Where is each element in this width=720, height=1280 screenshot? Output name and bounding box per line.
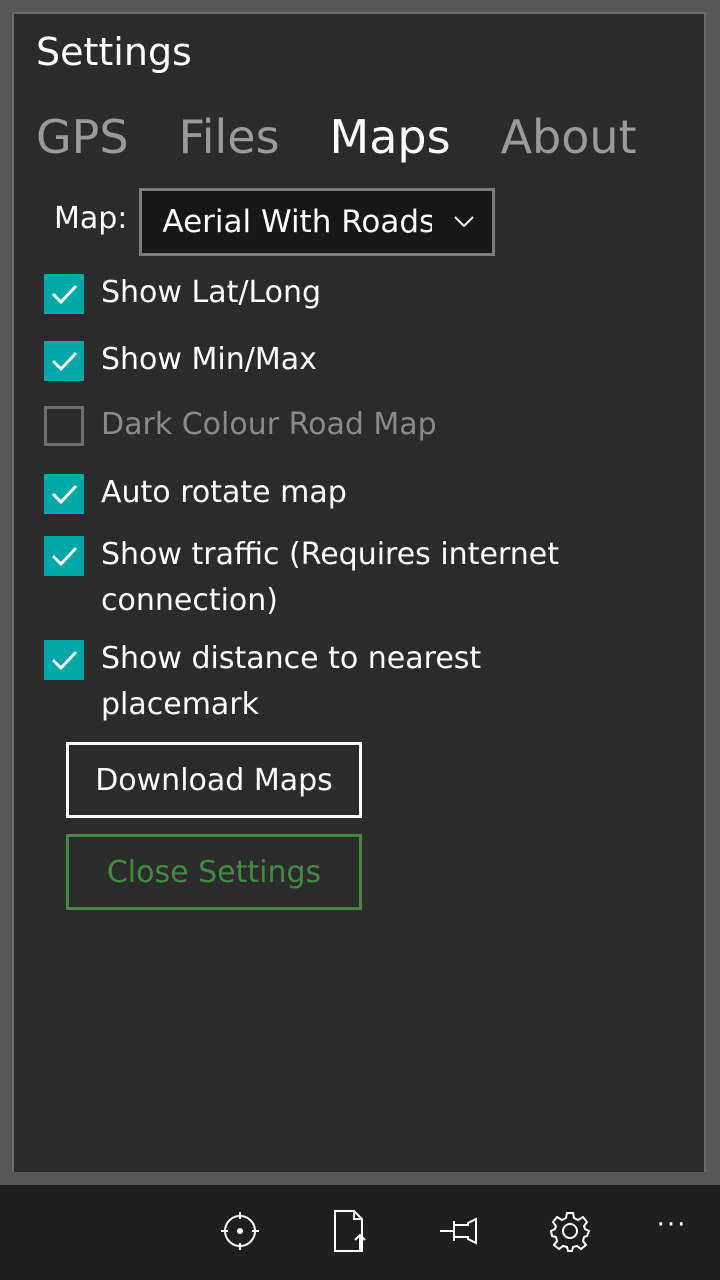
- settings-frame: Settings GPS Files Maps About Map: Aeria…: [0, 0, 720, 1185]
- chevron-down-icon: [454, 216, 475, 228]
- option-show-traffic[interactable]: Show traffic (Requires internet connecti…: [44, 536, 571, 628]
- settings-button[interactable]: [548, 1209, 592, 1253]
- checkmark-icon: [51, 484, 78, 505]
- pin-button[interactable]: [438, 1209, 482, 1253]
- app-bar: ···: [0, 1185, 720, 1280]
- map-type-value: Aerial With Roads: [162, 204, 433, 240]
- checkbox-checked[interactable]: [44, 474, 84, 514]
- option-label: Show Min/Max: [101, 342, 317, 377]
- more-icon: ···: [656, 1210, 688, 1240]
- more-button[interactable]: ···: [650, 1209, 694, 1253]
- checkmark-icon: [51, 351, 78, 372]
- option-label: Show distance to nearest placemark: [101, 641, 482, 722]
- option-show-distance-placemark[interactable]: Show distance to nearest placemark: [44, 640, 571, 732]
- option-show-lat-long[interactable]: Show Lat/Long: [44, 274, 571, 320]
- option-show-min-max[interactable]: Show Min/Max: [44, 341, 571, 387]
- download-maps-button[interactable]: Download Maps: [66, 742, 362, 818]
- option-label: Show Lat/Long: [101, 275, 322, 310]
- checkmark-icon: [51, 546, 78, 567]
- locate-button[interactable]: [218, 1209, 262, 1253]
- checkbox-checked[interactable]: [44, 536, 84, 576]
- option-label: Dark Colour Road Map: [101, 407, 437, 442]
- checkbox-checked[interactable]: [44, 341, 84, 381]
- settings-tabs: GPS Files Maps About: [36, 106, 687, 176]
- locate-icon: [221, 1212, 259, 1250]
- settings-gear-icon: [549, 1212, 591, 1252]
- tab-about[interactable]: About: [501, 106, 637, 176]
- upload-file-button[interactable]: [328, 1209, 372, 1253]
- settings-panel: Settings GPS Files Maps About Map: Aeria…: [12, 12, 706, 1172]
- checkbox-checked[interactable]: [44, 274, 84, 314]
- option-auto-rotate-map[interactable]: Auto rotate map: [44, 474, 571, 520]
- option-dark-colour-road-map: Dark Colour Road Map: [44, 406, 571, 452]
- option-label: Auto rotate map: [101, 475, 347, 510]
- checkbox-disabled-unchecked: [44, 406, 84, 446]
- map-type-dropdown[interactable]: Aerial With Roads: [139, 188, 496, 256]
- tab-maps[interactable]: Maps: [330, 106, 451, 176]
- option-label: Show traffic (Requires internet connecti…: [101, 537, 559, 618]
- upload-file-icon: [334, 1210, 366, 1252]
- page-title: Settings: [36, 30, 192, 74]
- close-settings-button[interactable]: Close Settings: [66, 834, 362, 910]
- tab-gps[interactable]: GPS: [36, 106, 129, 176]
- checkmark-icon: [51, 650, 78, 671]
- map-label: Map:: [54, 200, 128, 236]
- map-type-row: Map: Aerial With Roads: [54, 188, 496, 256]
- tab-files[interactable]: Files: [179, 106, 280, 176]
- checkbox-checked[interactable]: [44, 640, 84, 680]
- checkmark-icon: [51, 284, 78, 305]
- pin-icon: [440, 1217, 477, 1245]
